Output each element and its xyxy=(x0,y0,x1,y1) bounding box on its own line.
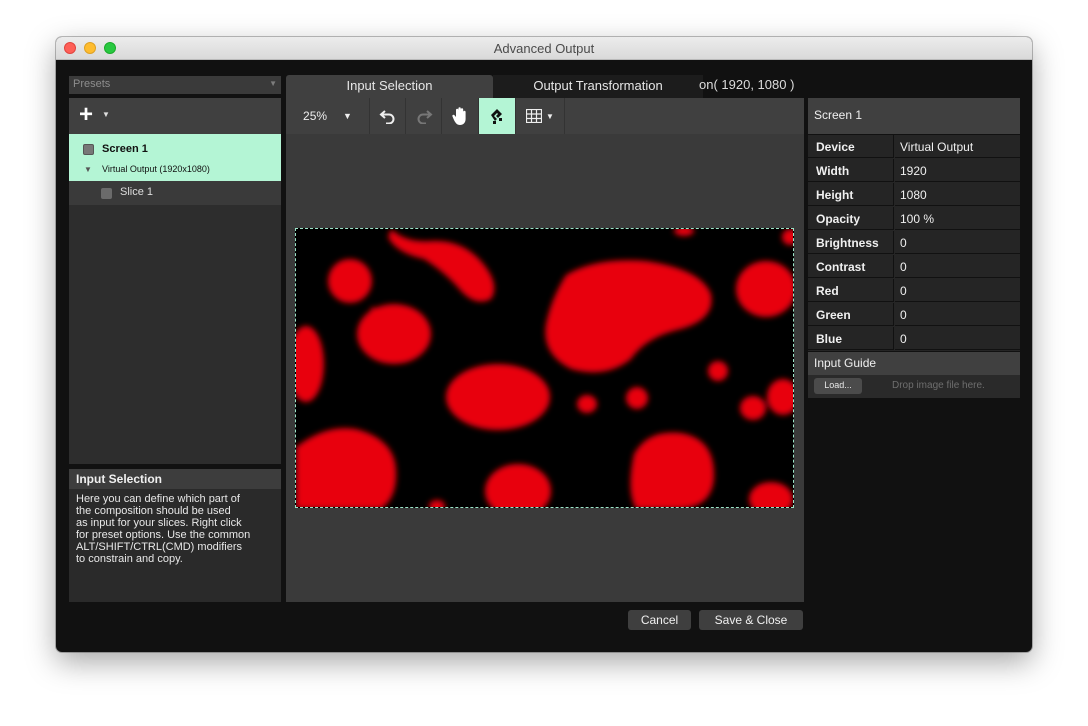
opacity-label: Opacity xyxy=(808,207,894,230)
zoom-dropdown[interactable]: 25% ▼ xyxy=(286,98,370,134)
pan-tool-button[interactable] xyxy=(442,98,479,134)
input-selection-area[interactable] xyxy=(295,228,794,508)
tree-item-screen-1[interactable]: Screen 1 ▼ Virtual Output (1920x1080) xyxy=(69,134,281,181)
composition-preview xyxy=(296,229,793,507)
undo-button[interactable] xyxy=(370,98,406,134)
green-label: Green xyxy=(808,303,894,326)
blue-label: Blue xyxy=(808,327,894,350)
presets-dropdown[interactable]: Presets ▼ xyxy=(69,76,281,94)
input-guide-dropzone[interactable]: Load... Drop image file here. xyxy=(808,375,1020,398)
chevron-down-icon[interactable]: ▼ xyxy=(102,110,110,119)
chevron-down-icon: ▼ xyxy=(343,111,352,121)
chevron-down-icon: ▼ xyxy=(546,111,554,121)
tab-output-transformation[interactable]: Output Transformation xyxy=(493,75,703,98)
property-contrast: Contrast 0 xyxy=(808,255,1020,279)
input-guide-title: Input Guide xyxy=(808,352,1020,375)
composition-canvas[interactable] xyxy=(286,134,804,602)
info-line: ALT/SHIFT/CTRL(CMD) modifiers xyxy=(76,541,243,553)
height-label: Height xyxy=(808,183,894,206)
property-height: Height 1080 – + xyxy=(808,183,1020,207)
properties-title: Screen 1 xyxy=(808,98,1020,134)
tree-item-slice-1[interactable]: Slice 1 xyxy=(69,181,281,205)
info-line: the composition should be used xyxy=(76,505,231,517)
property-blue: Blue 0 xyxy=(808,327,1020,351)
height-field[interactable]: 1080 – + xyxy=(895,183,1020,206)
width-value[interactable]: 1920 xyxy=(900,164,927,178)
magnet-icon xyxy=(491,109,502,124)
title-bar: Advanced Output xyxy=(56,37,1032,60)
height-value[interactable]: 1080 xyxy=(900,188,927,202)
screen-enable-checkbox[interactable] xyxy=(83,144,94,155)
left-toolbar: + ▼ xyxy=(69,98,281,134)
expand-triangle-icon[interactable]: ▼ xyxy=(84,165,92,174)
clipped-resolution-text: on( 1920, 1080 ) xyxy=(699,77,795,92)
load-guide-button[interactable]: Load... xyxy=(814,378,862,394)
width-label: Width xyxy=(808,159,894,182)
property-width: Width 1920 – + xyxy=(808,159,1020,183)
red-field[interactable]: 0 xyxy=(895,279,1020,302)
tab-input-selection[interactable]: Input Selection xyxy=(286,75,493,98)
contrast-label: Contrast xyxy=(808,255,894,278)
device-value: Virtual Output xyxy=(900,140,974,154)
info-line: to constrain and copy. xyxy=(76,553,183,565)
advanced-output-window: Advanced Output Presets ▼ + ▼ Screen 1 ▼… xyxy=(56,37,1032,652)
green-field[interactable]: 0 xyxy=(895,303,1020,326)
undo-icon xyxy=(378,110,394,124)
property-opacity: Opacity 100 % xyxy=(808,207,1020,231)
blue-value: 0 xyxy=(900,332,907,346)
info-line: as input for your slices. Right click xyxy=(76,517,242,529)
hand-icon xyxy=(452,107,466,125)
screen-name: Screen 1 xyxy=(102,143,148,155)
width-field[interactable]: 1920 – + xyxy=(895,159,1020,182)
presets-placeholder: Presets xyxy=(73,78,111,90)
opacity-field[interactable]: 100 % xyxy=(895,207,1020,230)
property-red: Red 0 xyxy=(808,279,1020,303)
opacity-value: 100 % xyxy=(900,212,935,226)
info-line: Here you can define which part of xyxy=(76,493,240,505)
cancel-button[interactable]: Cancel xyxy=(628,610,691,630)
red-value: 0 xyxy=(900,284,907,298)
property-green: Green 0 xyxy=(808,303,1020,327)
red-label: Red xyxy=(808,279,894,302)
contrast-field[interactable]: 0 xyxy=(895,255,1020,278)
blue-field[interactable]: 0 xyxy=(895,327,1020,350)
slice-enable-checkbox[interactable] xyxy=(101,188,112,199)
zoom-value: 25% xyxy=(303,109,328,123)
green-value: 0 xyxy=(900,308,907,322)
snap-tool-button[interactable] xyxy=(479,98,516,134)
property-brightness: Brightness 0 xyxy=(808,231,1020,255)
property-device: Device Virtual Output ▼ xyxy=(808,135,1020,159)
brightness-field[interactable]: 0 xyxy=(895,231,1020,254)
device-label: Device xyxy=(808,135,894,158)
screen-tree: Screen 1 ▼ Virtual Output (1920x1080) Sl… xyxy=(69,134,281,464)
grid-icon xyxy=(526,109,543,123)
brightness-value: 0 xyxy=(900,236,907,250)
info-line: for preset options. Use the common xyxy=(76,529,251,541)
info-title: Input Selection xyxy=(69,469,281,489)
info-description: Here you can define which part of the co… xyxy=(69,489,281,602)
save-and-close-button[interactable]: Save & Close xyxy=(699,610,803,630)
add-icon[interactable]: + xyxy=(79,103,93,127)
redo-icon xyxy=(417,110,433,124)
grid-dropdown[interactable]: ▼ xyxy=(516,98,565,134)
slice-name: Slice 1 xyxy=(120,186,154,198)
chevron-down-icon: ▼ xyxy=(269,79,277,88)
drop-hint: Drop image file here. xyxy=(892,380,985,391)
redo-button[interactable] xyxy=(406,98,442,134)
center-toolbar: 25% ▼ ▼ xyxy=(286,98,804,134)
device-dropdown[interactable]: Virtual Output ▼ xyxy=(895,135,1020,158)
contrast-value: 0 xyxy=(900,260,907,274)
window-title: Advanced Output xyxy=(493,41,595,56)
screen-device-label: Virtual Output (1920x1080) xyxy=(102,164,210,174)
brightness-label: Brightness xyxy=(808,231,894,254)
